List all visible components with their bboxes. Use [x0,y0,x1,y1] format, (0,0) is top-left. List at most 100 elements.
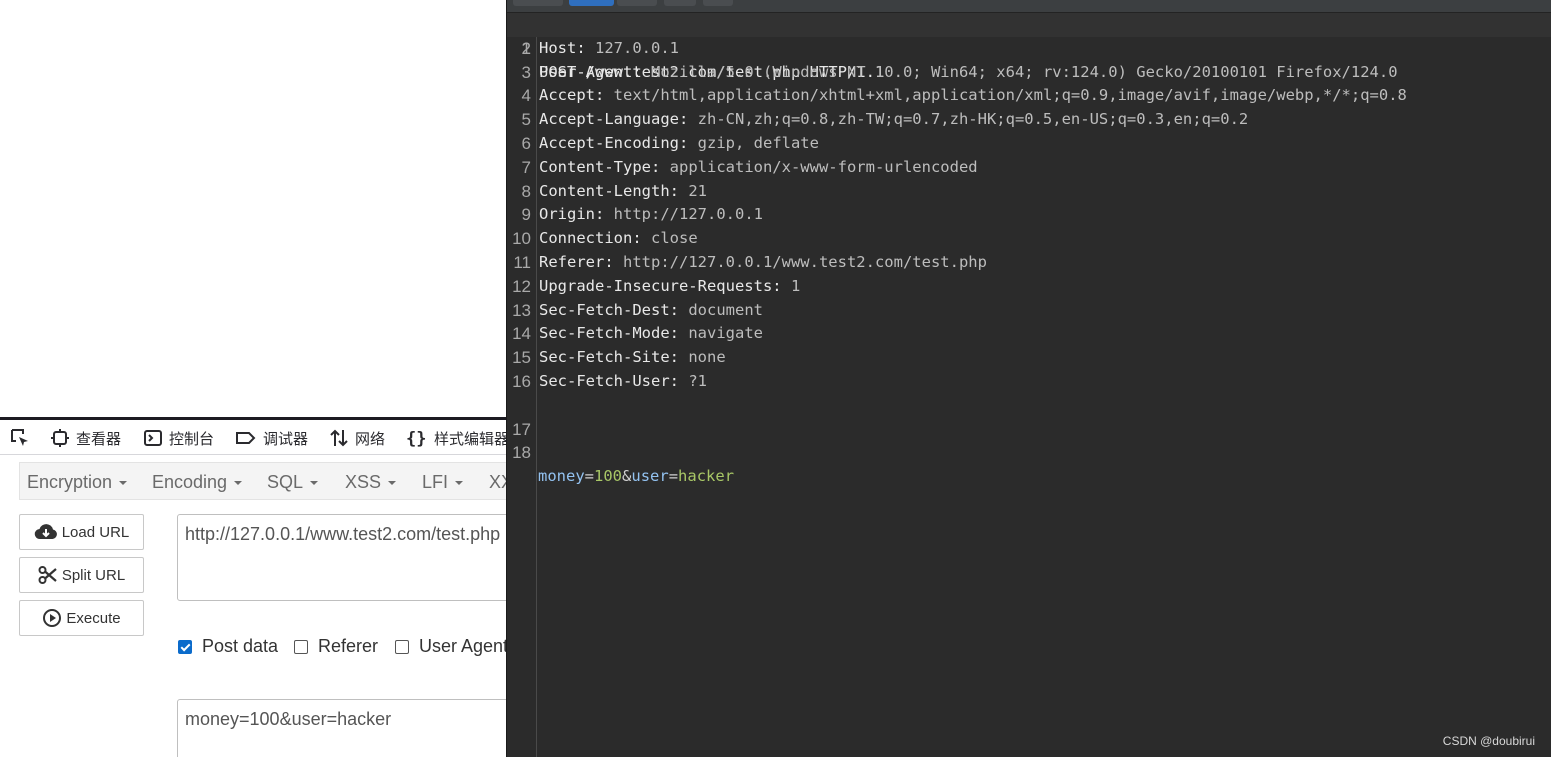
header-key: Accept [539,86,595,105]
header-colon: : [678,133,689,152]
header-line: 3 User-Agent: Mozilla/5.0 (Windows NT 10.… [507,61,1551,85]
header-colon: : [604,252,614,271]
header-key: Sec-Fetch-Site [539,348,670,367]
url-input[interactable]: http://127.0.0.1/www.test2.com/test.php [177,514,506,601]
header-line: 2 Host: 127.0.0.1 [507,37,1551,61]
param-separator: & [622,467,632,486]
menu-encryption[interactable]: Encryption [27,472,128,493]
header-value: document [679,300,763,319]
header-key: Origin [539,205,595,224]
checkbox-unchecked[interactable] [395,639,409,654]
header-line: 8 Content-Length: 21 [507,180,1551,204]
header-line: 6 Accept-Encoding: gzip, deflate [507,132,1551,156]
console-icon [144,430,162,446]
load-url-button[interactable]: Load URL [19,514,144,550]
header-value: http://127.0.0.1/www.test2.com/test.php [613,252,987,271]
devtools-toolbar: 查看器 控制台 调试器 网络 {} 样式编辑器 [0,417,506,455]
header-line: 15 Sec-Fetch-Site: none [507,346,1551,370]
header-text: Sec-Fetch-User: ?1 [539,370,707,394]
element-picker-button[interactable] [9,428,37,448]
execute-label: Execute [66,609,121,627]
menu-sql[interactable]: SQL [267,472,319,493]
editor-tab[interactable] [664,0,696,6]
menu-xss[interactable]: XSS [345,472,397,493]
header-value: text/html,application/xhtml+xml,applicat… [604,86,1407,105]
referer-label: Referer [318,636,379,656]
checkbox-unchecked[interactable] [294,639,308,654]
split-url-label: Split URL [61,566,126,584]
menu-encryption-label: Encryption [27,472,113,492]
line-number: 11 [513,252,531,272]
header-key: Content-Length [539,181,670,200]
line-number: 13 [512,300,531,320]
header-colon: : [669,371,679,390]
post-body-input[interactable]: money=100&user=hacker [177,699,506,757]
tab-console-label: 控制台 [169,430,215,448]
referer-checkbox[interactable]: Referer [294,636,378,657]
tab-debugger[interactable]: 调试器 [235,428,308,448]
header-colon: : [632,229,642,248]
execute-button[interactable]: Execute [19,600,144,636]
user-agent-checkbox[interactable]: User Agent [395,636,506,657]
editor-tab-active[interactable] [569,0,614,6]
menu-lfi[interactable]: LFI [422,472,464,493]
network-icon [330,429,348,447]
editor-tab-strip [507,0,1551,13]
tab-style-editor-label: 样式编辑器 [434,430,506,448]
header-colon: : [669,300,679,319]
header-line: 9 Origin: http://127.0.0.1 [507,203,1551,227]
checkbox-checked[interactable] [178,639,192,654]
caret-down-icon [119,481,128,486]
line-number: 7 [521,157,531,177]
tab-style-editor[interactable]: {} 样式编辑器 [406,428,506,448]
header-key: Connection [539,229,633,248]
tab-network[interactable]: 网络 [329,428,385,448]
header-line: 13 Sec-Fetch-Dest: document [507,299,1551,323]
header-text: Accept-Language: zh-CN,zh;q=0.8,zh-TW;q=… [539,108,1248,132]
editor-tab[interactable] [617,0,657,6]
header-colon: : [595,86,605,105]
post-data-checkbox[interactable]: Post data [178,636,278,657]
param-value: hacker [678,467,735,486]
header-text: Connection: close [539,227,698,251]
caret-down-icon [388,481,397,486]
param-separator: = [584,467,595,486]
header-value: ?1 [679,371,707,390]
tab-inspector[interactable]: 查看器 [50,428,121,448]
header-line: 12 Upgrade-Insecure-Requests: 1 [507,275,1551,299]
header-key: User-Agent [539,62,633,81]
menu-encoding-label: Encoding [152,472,228,492]
header-value: navigate [679,324,763,343]
header-value: 1 [781,276,801,295]
editor-tab[interactable] [703,0,733,6]
header-value: http://127.0.0.1 [604,205,763,224]
browser-pane: 查看器 控制台 调试器 网络 {} 样式编辑器 Encryption Encod… [0,0,506,757]
header-colon: : [669,324,679,343]
header-text: User-Agent: Mozilla/5.0 (Windows NT 10.0… [539,61,1398,85]
header-value: gzip, deflate [688,133,819,152]
header-key: Accept-Language [539,110,679,129]
tab-inspector-label: 查看器 [76,430,122,448]
editor-tab[interactable] [513,0,563,6]
tab-debugger-label: 调试器 [263,430,309,448]
header-text: Content-Type: application/x-www-form-url… [539,156,978,180]
header-key: Sec-Fetch-Dest [539,300,670,319]
param-value: 100 [594,467,623,486]
tab-console[interactable]: 控制台 [143,428,214,448]
header-value: none [679,348,726,367]
header-colon: : [632,62,642,81]
line-number: 15 [512,348,531,368]
line-number: 4 [521,86,531,106]
body-text: money=100&user=hacker [538,465,734,489]
header-key: Sec-Fetch-User [539,371,670,390]
header-colon: : [669,348,679,367]
line-number: 3 [521,62,531,82]
header-key: Host [539,38,577,57]
split-url-button[interactable]: Split URL [19,557,144,593]
menu-xxe[interactable]: XX [489,472,506,493]
line-number: 12 [512,276,531,296]
header-text: Sec-Fetch-Dest: document [539,299,763,323]
header-key: Upgrade-Insecure-Requests [539,276,773,295]
request-text[interactable]: 1 POST /www.test2.com/test.php HTTP/1.1 … [507,13,1551,485]
menu-encoding[interactable]: Encoding [152,472,243,493]
